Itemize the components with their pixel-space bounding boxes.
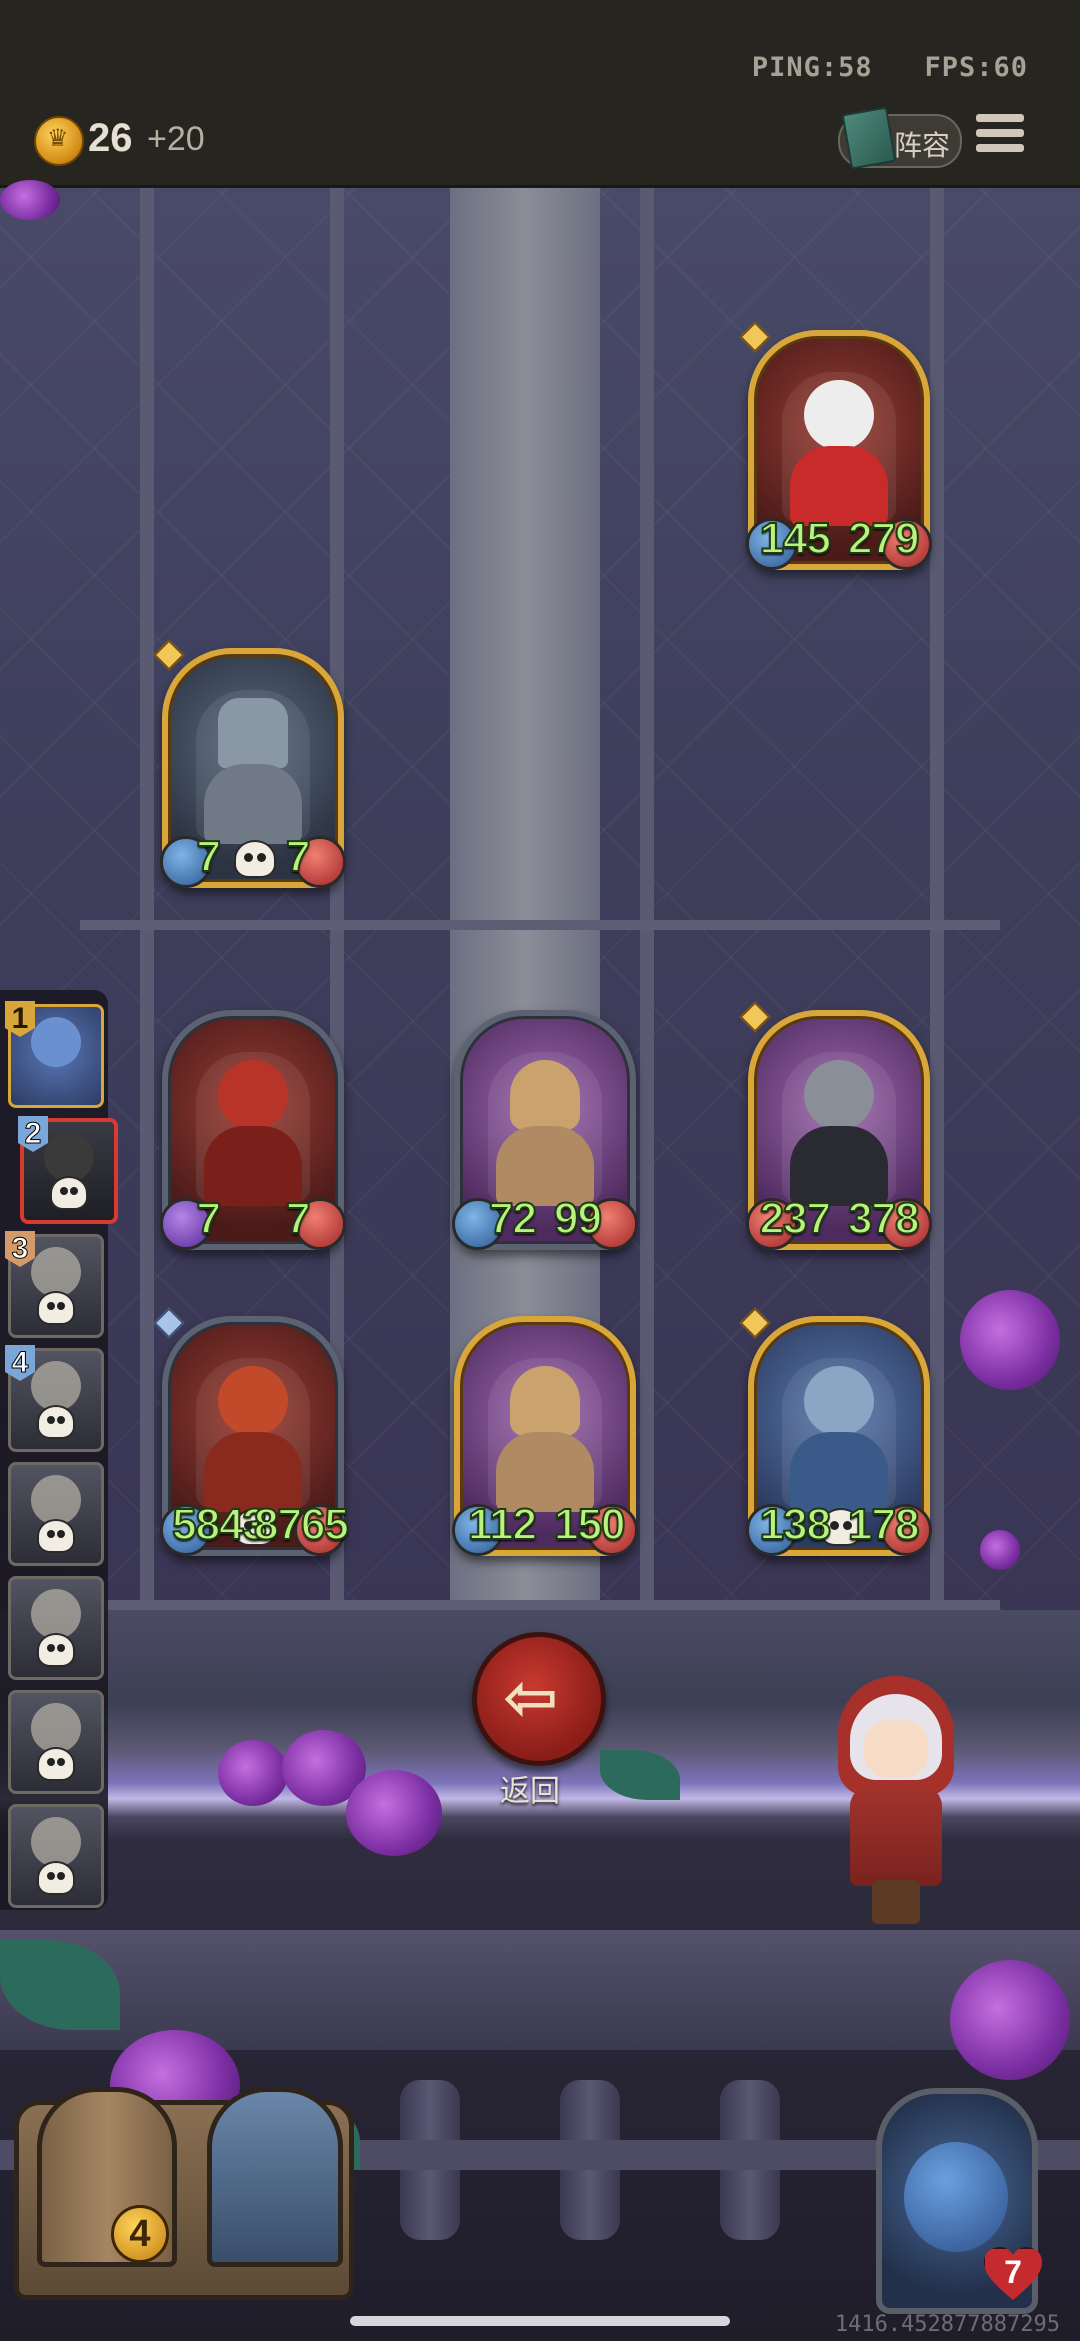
player-health: 7: [1004, 2254, 1022, 2290]
rank-badge: 2: [18, 1116, 48, 1152]
crown-coin-icon: [34, 116, 84, 166]
gold-income: +20: [147, 120, 205, 158]
unit-attack: 112: [467, 1499, 538, 1550]
opponent-avatar: [31, 1361, 81, 1411]
rank-badge: 4: [5, 1345, 35, 1381]
menu-icon[interactable]: [976, 114, 1024, 160]
opponent-avatar: [31, 1817, 81, 1867]
rose-decoration: [950, 1960, 1070, 2080]
unit-card-robot[interactable]: 7 7: [153, 639, 346, 888]
opponent-list: 1 2 3 4: [0, 990, 118, 1910]
unit-attack: 7: [195, 831, 222, 882]
gold-amount: 26: [88, 116, 133, 160]
elf-face: [804, 1366, 874, 1436]
hero-face: [864, 1720, 928, 1778]
unit-card-detective[interactable]: 112 150: [452, 1316, 638, 1556]
unit-attack: 237: [759, 1193, 832, 1244]
detective-hat: [510, 1366, 580, 1436]
opponent-avatar: [31, 1017, 81, 1067]
opponent-avatar: [31, 1475, 81, 1525]
unit-health: 178: [847, 1499, 920, 1550]
window-frame: [640, 188, 654, 1628]
opponent-slot[interactable]: 4: [5, 1345, 104, 1452]
dragon-head: [218, 1366, 288, 1436]
opponent-slot[interactable]: 1: [5, 1001, 104, 1108]
skull-icon: [37, 1519, 75, 1553]
unit-health: 8765: [253, 1499, 350, 1550]
network-status: PING:58 FPS:60: [752, 52, 1028, 83]
unit-health: 150: [553, 1499, 626, 1550]
rank-badge: 3: [5, 1231, 35, 1267]
player-hero: [828, 1676, 968, 1926]
window-frame: [80, 1600, 1000, 1610]
opponent-slot[interactable]: 2: [18, 1116, 118, 1224]
opponent-slot[interactable]: 3: [5, 1231, 104, 1338]
fps-readout: FPS:60: [924, 52, 1028, 83]
skull-icon: [37, 1747, 75, 1781]
rose-decoration: [980, 1530, 1020, 1570]
gesture-bar[interactable]: [350, 2316, 730, 2326]
back-label: 返回: [500, 1774, 560, 1809]
opponent-slot[interactable]: [8, 1804, 104, 1908]
skull-icon: [37, 1291, 75, 1325]
unit-health: 279: [847, 513, 920, 564]
arrow-left-icon: ⇦: [503, 1659, 559, 1736]
vampire-face: [804, 1060, 874, 1130]
opponent-avatar: [44, 1132, 94, 1182]
unit-health: 7: [285, 831, 312, 882]
unit-card-elf-sorceress[interactable]: 138 178: [739, 1307, 932, 1556]
robot-head: [218, 698, 288, 768]
rose-decoration: [960, 1290, 1060, 1390]
unit-attack: 72: [488, 1193, 538, 1244]
unit-attack: 138: [759, 1499, 832, 1550]
rose-decoration: [346, 1770, 442, 1856]
unit-card-detective[interactable]: 72 99: [452, 1010, 638, 1250]
opponent-avatar: [31, 1247, 81, 1297]
unit-health: 99: [553, 1193, 603, 1244]
top-bar: PING:58 FPS:60 26 +20 阵容: [0, 0, 1080, 188]
skull-icon: [50, 1176, 88, 1210]
hero-cloak: [850, 1786, 942, 1886]
skull-icon: [37, 1861, 75, 1895]
rose-decoration: [0, 180, 60, 220]
opponent-avatar: [31, 1589, 81, 1639]
clown-face: [804, 380, 874, 450]
lineup-button[interactable]: 阵容: [838, 106, 962, 170]
rank-badge: 1: [5, 1001, 35, 1037]
opponent-slot[interactable]: [8, 1576, 104, 1680]
window-frame: [140, 188, 154, 1628]
unit-health: 378: [847, 1193, 920, 1244]
rose-decoration: [218, 1740, 288, 1806]
window-frame: [80, 920, 1000, 930]
skull-icon: [37, 1405, 75, 1439]
back-button[interactable]: ⇦: [472, 1632, 606, 1766]
bench-unit-portrait[interactable]: [207, 2087, 343, 2267]
hero-monster-portrait: [904, 2142, 1008, 2252]
assassin-hood: [218, 1060, 288, 1130]
skull-icon: [37, 1633, 75, 1667]
hero-legs: [872, 1880, 920, 1924]
window-frame: [930, 188, 944, 1628]
detective-hat: [510, 1060, 580, 1130]
skull-icon: [234, 840, 276, 878]
opponent-avatar: [31, 1703, 81, 1753]
unit-health: 7: [285, 1193, 312, 1244]
hero-portrait-card[interactable]: 7: [876, 2088, 1038, 2314]
bench-chest[interactable]: 4: [14, 2087, 354, 2300]
unit-card-hooded-assassin[interactable]: 7 7: [160, 1010, 346, 1250]
opponent-slot[interactable]: [8, 1690, 104, 1794]
lineup-label: 阵容: [894, 129, 951, 162]
unit-attack: 5843: [171, 1499, 268, 1550]
ping-readout: PING:58: [751, 52, 873, 83]
debug-coordinates: 1416.452877887295: [834, 2312, 1060, 2337]
unit-attack: 145: [759, 513, 832, 564]
unit-card-clown[interactable]: 145 279: [739, 321, 932, 570]
unit-card-lava-dragon[interactable]: 5843 8765: [153, 1307, 350, 1556]
book-icon: [841, 106, 897, 170]
unit-card-vampire[interactable]: 237 378: [739, 1001, 932, 1250]
opponent-slot[interactable]: [8, 1462, 104, 1566]
unit-attack: 7: [195, 1193, 222, 1244]
bench-count-badge: 4: [111, 2205, 169, 2263]
